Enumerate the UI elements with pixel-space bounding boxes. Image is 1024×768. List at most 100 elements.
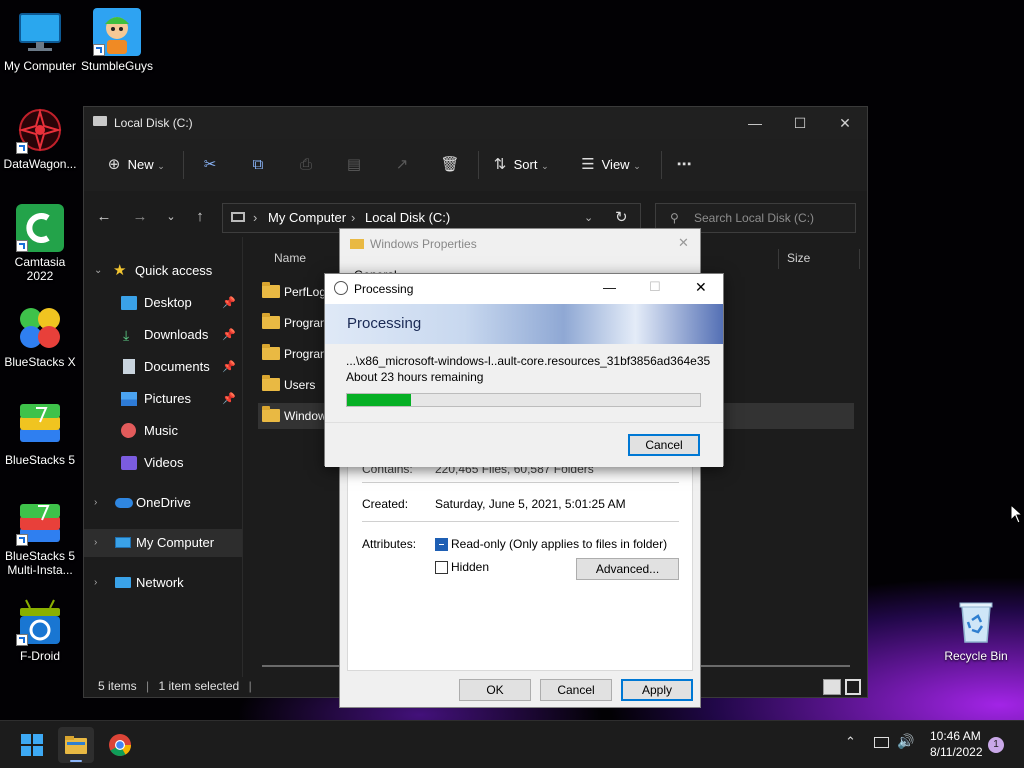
pane-splitter[interactable]	[242, 237, 243, 677]
desktop-icon-label: BlueStacks 5	[4, 453, 76, 467]
apply-button[interactable]: Apply	[621, 679, 693, 701]
volume-icon[interactable]: 🔊	[897, 733, 914, 750]
desktop-icon-my-computer[interactable]: My Computer	[0, 8, 80, 73]
show-hidden-icons-chevron[interactable]: ⌃	[845, 734, 856, 750]
desktop-icon-f-droid[interactable]: F-Droid	[0, 598, 80, 663]
forward-button[interactable]: →	[128, 205, 152, 229]
share-button[interactable]: ↗	[392, 153, 412, 177]
window-title: Local Disk (C:)	[114, 116, 193, 130]
hidden-checkbox[interactable]	[435, 561, 448, 574]
nav-videos[interactable]: Videos	[84, 449, 242, 477]
maximize-button[interactable]: ☐	[780, 111, 820, 135]
music-icon	[121, 423, 136, 438]
folder-icon	[262, 375, 280, 391]
processing-titlebar[interactable]: Processing — ☐ ✕	[325, 274, 723, 304]
taskbar-file-explorer[interactable]	[58, 727, 94, 763]
mouse-cursor-icon	[1010, 504, 1024, 524]
desktop-icon-bluestacks-5-multi[interactable]: BlueStacks 5 Multi-Insta...	[0, 498, 80, 577]
scissors-icon: ✂	[203, 156, 217, 173]
nav-quick-access[interactable]: ⌄ ★ Quick access	[84, 257, 242, 285]
desktop-icon-label: DataWagon...	[3, 157, 77, 171]
nav-label: Network	[136, 575, 184, 590]
nav-label: OneDrive	[136, 495, 191, 510]
attributes-label: Attributes:	[362, 537, 417, 551]
readonly-label: Read-only (Only applies to files in fold…	[451, 537, 668, 551]
windows-logo-icon	[21, 734, 43, 756]
properties-close-button[interactable]: ✕	[678, 235, 689, 251]
taskbar: ⌃ 🔊 10:46 AM 8/11/2022 1	[0, 720, 1024, 768]
cut-button[interactable]: ✂	[200, 153, 220, 177]
desktop-icon-stumbleguys[interactable]: StumbleGuys	[77, 8, 157, 73]
delete-button[interactable]: 🗑	[440, 153, 460, 177]
bluestacks-x-icon	[16, 304, 64, 352]
tiles-view-button[interactable]	[845, 679, 861, 695]
f-droid-icon	[16, 598, 64, 646]
minimize-button[interactable]: —	[735, 111, 775, 135]
processing-close-button[interactable]: ✕	[695, 279, 707, 296]
nav-label: Pictures	[144, 391, 191, 406]
processing-maximize-button[interactable]: ☐	[649, 279, 661, 295]
desktop-icon-camtasia[interactable]: Camtasia 2022	[0, 204, 80, 283]
taskbar-chrome[interactable]	[102, 727, 138, 763]
processing-cancel-button[interactable]: Cancel	[628, 434, 700, 456]
paste-icon: ⎙	[299, 156, 312, 173]
download-arrow-icon: ⤓	[123, 327, 130, 343]
more-options-button[interactable]: ⋯	[674, 153, 694, 177]
desktop-icon-datawagon[interactable]: DataWagon...	[0, 106, 80, 171]
clock-date[interactable]: 8/11/2022	[930, 745, 983, 759]
new-button[interactable]: ⊕ New ⌄	[104, 153, 165, 177]
processing-heading: Processing	[347, 315, 422, 332]
chrome-icon	[109, 734, 131, 756]
recent-locations-button[interactable]: ⌄	[159, 205, 183, 229]
search-placeholder: Search Local Disk (C:)	[694, 211, 815, 225]
ok-button[interactable]: OK	[459, 679, 531, 701]
paste-button[interactable]: ⎙	[296, 153, 316, 177]
folder-icon	[262, 313, 280, 329]
rename-button[interactable]: ▤	[344, 153, 364, 177]
nav-network[interactable]: › Network	[84, 569, 242, 597]
view-lines-icon: ☰	[581, 156, 595, 173]
desktop-icon-label: BlueStacks 5 Multi-Insta...	[4, 549, 76, 577]
processing-minimize-button[interactable]: —	[603, 280, 616, 295]
column-header-name[interactable]: Name	[274, 251, 306, 265]
advanced-button[interactable]: Advanced...	[576, 558, 679, 580]
readonly-checkbox[interactable]	[435, 538, 448, 551]
network-status-icon[interactable]	[874, 737, 889, 748]
desktop-icon-label: BlueStacks X	[4, 355, 76, 369]
start-button[interactable]	[14, 727, 50, 763]
file-name: Window	[284, 409, 327, 423]
nav-label: Downloads	[144, 327, 209, 342]
computer-icon	[115, 537, 131, 548]
command-bar: ⊕ New ⌄ ✂ ⧉ ⎙ ▤ ↗ 🗑 ⇅ Sort ⌄ ☰ View ⌄ ⋯	[84, 139, 867, 191]
desktop-icon-recycle-bin[interactable]: Recycle Bin	[936, 598, 1016, 663]
nav-pictures[interactable]: Pictures 📌	[84, 385, 242, 413]
sort-button[interactable]: ⇅ Sort ⌄	[490, 153, 549, 177]
breadcrumb-my-computer[interactable]: My Computer	[268, 204, 346, 232]
notification-badge[interactable]: 1	[988, 737, 1004, 753]
properties-cancel-button[interactable]: Cancel	[540, 679, 612, 701]
nav-documents[interactable]: Documents 📌	[84, 353, 242, 381]
desktop-icon-bluestacks-x[interactable]: BlueStacks X	[0, 304, 80, 369]
explorer-titlebar[interactable]: Local Disk (C:) — ☐ ✕	[84, 107, 867, 139]
nav-downloads[interactable]: ⤓ Downloads 📌	[84, 321, 242, 349]
nav-my-computer[interactable]: › My Computer	[84, 529, 242, 557]
nav-onedrive[interactable]: › OneDrive	[84, 489, 242, 517]
desktop-icon	[121, 296, 137, 310]
column-header-size[interactable]: Size	[787, 251, 810, 265]
view-button[interactable]: ☰ View ⌄	[578, 153, 640, 177]
recycle-bin-icon	[952, 598, 1000, 646]
details-view-button[interactable]	[823, 679, 841, 695]
desktop-icon-label: Recycle Bin	[944, 649, 1008, 663]
created-value: Saturday, June 5, 2021, 5:01:25 AM	[435, 497, 626, 511]
nav-music[interactable]: Music	[84, 417, 242, 445]
copy-icon: ⧉	[252, 156, 264, 173]
clock-time[interactable]: 10:46 AM	[930, 729, 981, 743]
close-button[interactable]: ✕	[825, 111, 865, 135]
copy-button[interactable]: ⧉	[248, 153, 268, 177]
status-bar: 5 items | 1 item selected |	[98, 679, 252, 693]
back-button[interactable]: ←	[92, 205, 116, 229]
processing-dialog[interactable]: Processing — ☐ ✕ Processing ...\x86_micr…	[324, 273, 724, 467]
up-button[interactable]: ↑	[188, 205, 212, 229]
nav-desktop[interactable]: Desktop 📌	[84, 289, 242, 317]
desktop-icon-bluestacks-5[interactable]: BlueStacks 5	[0, 402, 80, 467]
